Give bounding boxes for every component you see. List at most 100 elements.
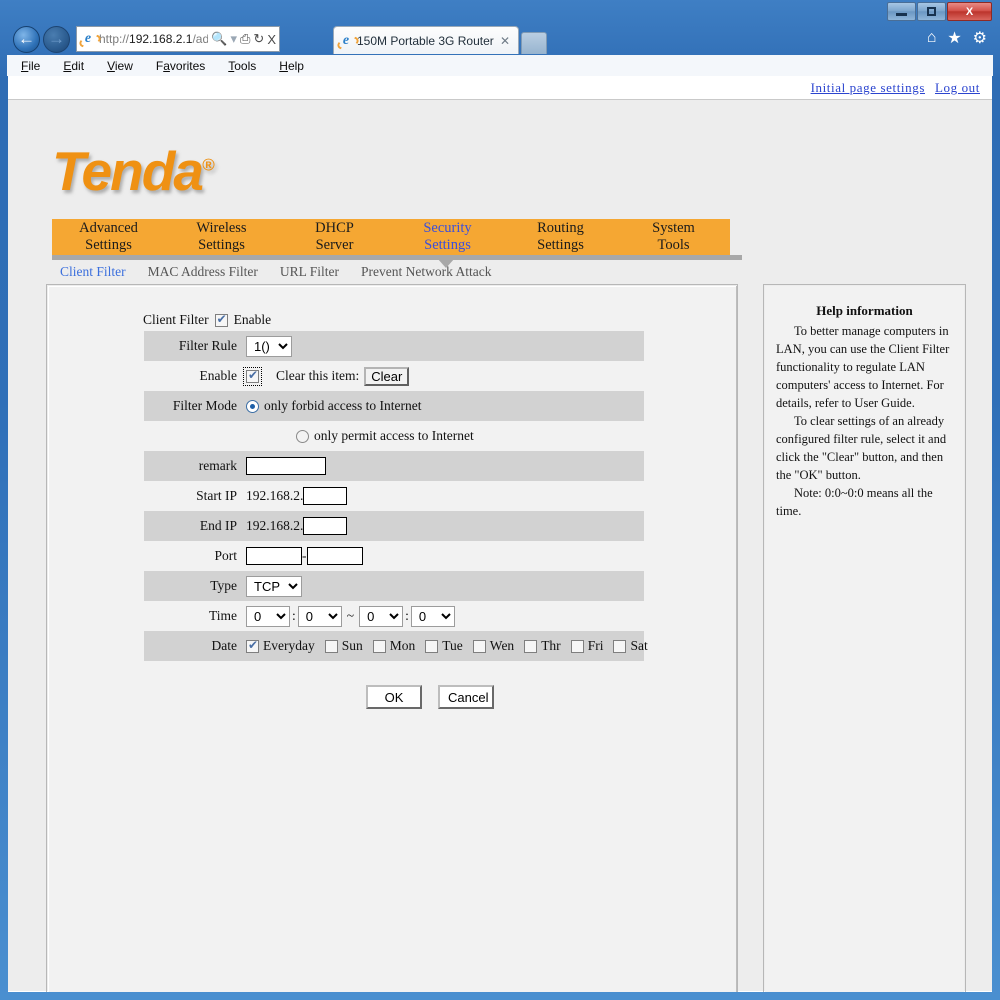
title-bar: X xyxy=(0,0,1000,22)
start-ip-label: Start IP xyxy=(196,488,237,503)
maximize-button[interactable] xyxy=(917,2,946,21)
subtab-prevent-network-attack[interactable]: Prevent Network Attack xyxy=(361,264,491,280)
maximize-icon xyxy=(927,7,936,16)
row-enable: Enable Clear this item: Clear xyxy=(144,361,644,391)
date-sat-checkbox[interactable] xyxy=(613,639,627,653)
clear-this-item-label: Clear this item: xyxy=(276,368,360,383)
start-ip-input[interactable] xyxy=(303,487,348,505)
subtab-url-filter[interactable]: URL Filter xyxy=(280,264,339,280)
menu-item-favorites[interactable]: Favorites xyxy=(156,59,205,73)
menu-item-help[interactable]: Help xyxy=(279,59,304,73)
page-body: Tenda® Advanced Settings Wireless Settin… xyxy=(8,100,992,992)
menu-item-view[interactable]: View xyxy=(107,59,133,73)
nav-tab-system-tools[interactable]: System Tools xyxy=(617,219,730,255)
filter-mode-permit-radio[interactable] xyxy=(296,429,309,443)
page-viewport: Initial page settings Log out Tenda® Adv… xyxy=(8,76,992,992)
date-tue-label: Tue xyxy=(442,638,463,653)
favorites-icon[interactable]: ★ xyxy=(947,28,961,48)
date-mon-checkbox[interactable] xyxy=(372,639,386,653)
date-fri-checkbox[interactable] xyxy=(570,639,584,653)
row-date: Date Everyday Sun Mon Tue Wen Thr Fri xyxy=(144,631,648,661)
date-wen-checkbox[interactable] xyxy=(472,639,486,653)
menu-item-file[interactable]: File xyxy=(21,59,40,73)
time-colon-1: : xyxy=(292,608,296,623)
time-label: Time xyxy=(208,608,237,623)
address-bar[interactable]: e http://192.168.2.1/advan 🔍 ▾ ⎙ ↻ X xyxy=(76,26,280,52)
date-mon-label: Mon xyxy=(389,638,416,653)
help-paragraph-1: To better manage computers in LAN, you c… xyxy=(776,324,950,410)
gear-icon[interactable]: ⚙ xyxy=(973,28,987,48)
forward-button[interactable]: → xyxy=(43,25,70,53)
date-sun-checkbox[interactable] xyxy=(324,639,338,653)
client-filter-enable-row: Client Filter Enable xyxy=(49,309,737,331)
row-start-ip: Start IP 192.168.2. xyxy=(144,481,644,511)
main-navigation: Advanced Settings Wireless Settings DHCP… xyxy=(52,219,952,268)
type-select[interactable]: TCP xyxy=(246,575,302,597)
minimize-icon xyxy=(896,13,907,16)
time-end-hour-select[interactable]: 0 xyxy=(359,605,404,627)
help-panel: Help information To better manage comput… xyxy=(763,284,966,992)
enable-checkbox[interactable] xyxy=(243,366,262,386)
stop-icon[interactable]: X xyxy=(267,32,276,47)
client-filter-enable-checkbox[interactable] xyxy=(214,312,228,327)
time-end-minute-select[interactable]: 0 xyxy=(410,605,455,627)
compatibility-view-icon[interactable]: ⎙ xyxy=(240,31,250,47)
minimize-button[interactable] xyxy=(887,2,916,21)
home-icon[interactable]: ⌂ xyxy=(927,29,937,47)
nav-underline xyxy=(52,255,742,260)
filter-rule-select[interactable]: 1() xyxy=(246,335,292,357)
port-to-input[interactable] xyxy=(306,547,363,565)
nav-tab-dhcp-server[interactable]: DHCP Server xyxy=(278,219,391,255)
nav-tab-security-settings[interactable]: Security Settings xyxy=(391,219,504,255)
back-button[interactable]: ← xyxy=(13,25,40,53)
initial-page-settings-link[interactable]: Initial page settings xyxy=(811,80,925,96)
nav-tab-bar: Advanced Settings Wireless Settings DHCP… xyxy=(52,219,730,255)
menu-item-tools[interactable]: Tools xyxy=(228,59,256,73)
date-thr-checkbox[interactable] xyxy=(524,639,538,653)
close-icon: X xyxy=(965,5,974,18)
row-end-ip: End IP 192.168.2. xyxy=(144,511,644,541)
chevron-down-icon[interactable]: ▾ xyxy=(230,31,237,47)
clear-button[interactable]: Clear xyxy=(364,366,410,386)
filter-mode-permit-label: only permit access to Internet xyxy=(314,428,474,443)
port-label: Port xyxy=(214,548,237,563)
nav-tab-wireless-settings[interactable]: Wireless Settings xyxy=(165,219,278,255)
end-ip-label: End IP xyxy=(199,518,237,533)
row-type: Type TCP xyxy=(144,571,644,601)
nav-tab-advanced-settings[interactable]: Advanced Settings xyxy=(52,219,165,255)
time-start-hour-select[interactable]: 0 xyxy=(246,605,290,627)
form-buttons: OK Cancel xyxy=(366,685,737,709)
tab-close-icon[interactable]: ✕ xyxy=(496,34,514,48)
time-start-minute-select[interactable]: 0 xyxy=(297,605,342,627)
date-thr-label: Thr xyxy=(541,638,561,653)
subtab-client-filter[interactable]: Client Filter xyxy=(60,264,126,280)
remark-input[interactable] xyxy=(246,457,326,475)
cancel-button[interactable]: Cancel xyxy=(438,685,494,709)
help-title: Help information xyxy=(816,303,913,318)
ok-button[interactable]: OK xyxy=(366,685,422,709)
close-button[interactable]: X xyxy=(947,2,992,21)
search-icon[interactable]: 🔍 xyxy=(211,31,227,47)
end-ip-input[interactable] xyxy=(303,517,348,535)
menu-item-edit[interactable]: Edit xyxy=(63,59,84,73)
top-links: Initial page settings Log out xyxy=(8,76,992,100)
new-tab-button[interactable] xyxy=(521,32,547,54)
filter-rule-label: Filter Rule xyxy=(178,338,237,353)
window-controls: X xyxy=(886,2,992,21)
filter-mode-forbid-radio[interactable] xyxy=(246,399,259,413)
date-everyday-label: Everyday xyxy=(263,638,315,653)
port-from-input[interactable] xyxy=(246,547,302,565)
ie-favicon-icon: e xyxy=(80,31,96,47)
date-tue-checkbox[interactable] xyxy=(425,639,439,653)
tenda-logo: Tenda® xyxy=(52,140,214,202)
filter-mode-forbid-label: only forbid access to Internet xyxy=(264,398,422,413)
browser-tab[interactable]: e 150M Portable 3G Router ✕ xyxy=(333,26,519,54)
row-filter-mode-permit: only permit access to Internet xyxy=(144,421,644,451)
date-everyday-checkbox[interactable] xyxy=(246,638,259,653)
remark-label: remark xyxy=(198,458,237,473)
refresh-icon[interactable]: ↻ xyxy=(253,31,264,47)
nav-tab-routing-settings[interactable]: Routing Settings xyxy=(504,219,617,255)
log-out-link[interactable]: Log out xyxy=(935,80,980,96)
subtab-mac-address-filter[interactable]: MAC Address Filter xyxy=(148,264,258,280)
date-label: Date xyxy=(211,638,237,653)
